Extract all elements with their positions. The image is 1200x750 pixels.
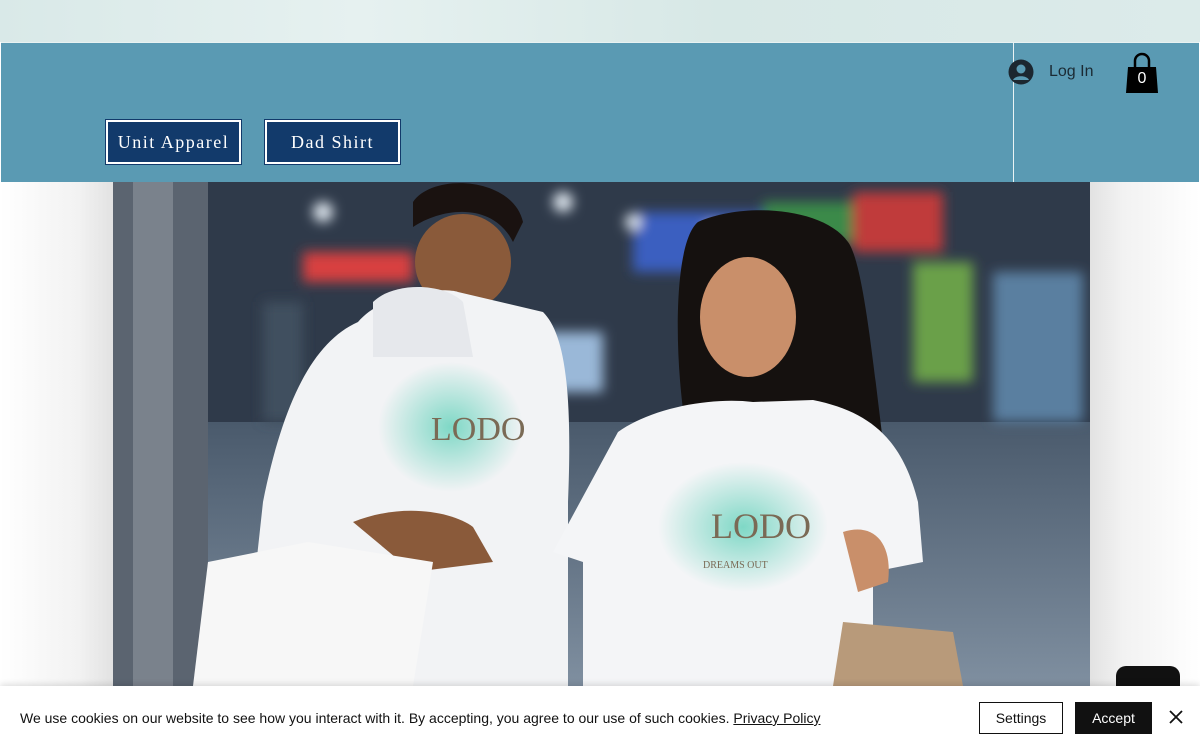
avatar-icon [1008,59,1034,85]
hero-side-shadow-left [0,182,113,686]
right-shirt-logo: LODO [711,506,811,546]
cart-count: 0 [1137,70,1147,87]
hero-photo-illustration: LODO LODO DREAMS OUT [113,182,1090,686]
privacy-policy-link[interactable]: Privacy Policy [733,710,820,726]
cookie-accept-button[interactable]: Accept [1075,702,1152,734]
left-shirt-logo: LODO [431,411,525,448]
nav-button-label: Unit Apparel [117,131,230,152]
shirt-logo-arc: DREAMS OUT [703,560,768,571]
nav-button-unit-apparel[interactable]: Unit Apparel [105,119,242,165]
cart-button[interactable]: 0 [1124,51,1160,95]
nav-button-dad-shirt[interactable]: Dad Shirt [264,119,401,165]
cookie-settings-label: Settings [995,710,1047,726]
cookie-banner: We use cookies on our website to see how… [0,686,1200,750]
cookie-message-text: We use cookies on our website to see how… [20,710,730,726]
nav-button-label: Dad Shirt [291,131,374,152]
cookie-settings-button[interactable]: Settings [979,702,1063,734]
close-icon[interactable] [1168,709,1184,725]
cookie-accept-label: Accept [1092,710,1135,726]
hero-side-shadow-right [1090,182,1200,686]
top-strip [0,0,1200,42]
login-button[interactable]: Log In [1008,58,1093,86]
hero-image: LODO LODO DREAMS OUT [113,182,1090,686]
cookie-message: We use cookies on our website to see how… [20,710,821,726]
login-label: Log In [1049,63,1094,80]
